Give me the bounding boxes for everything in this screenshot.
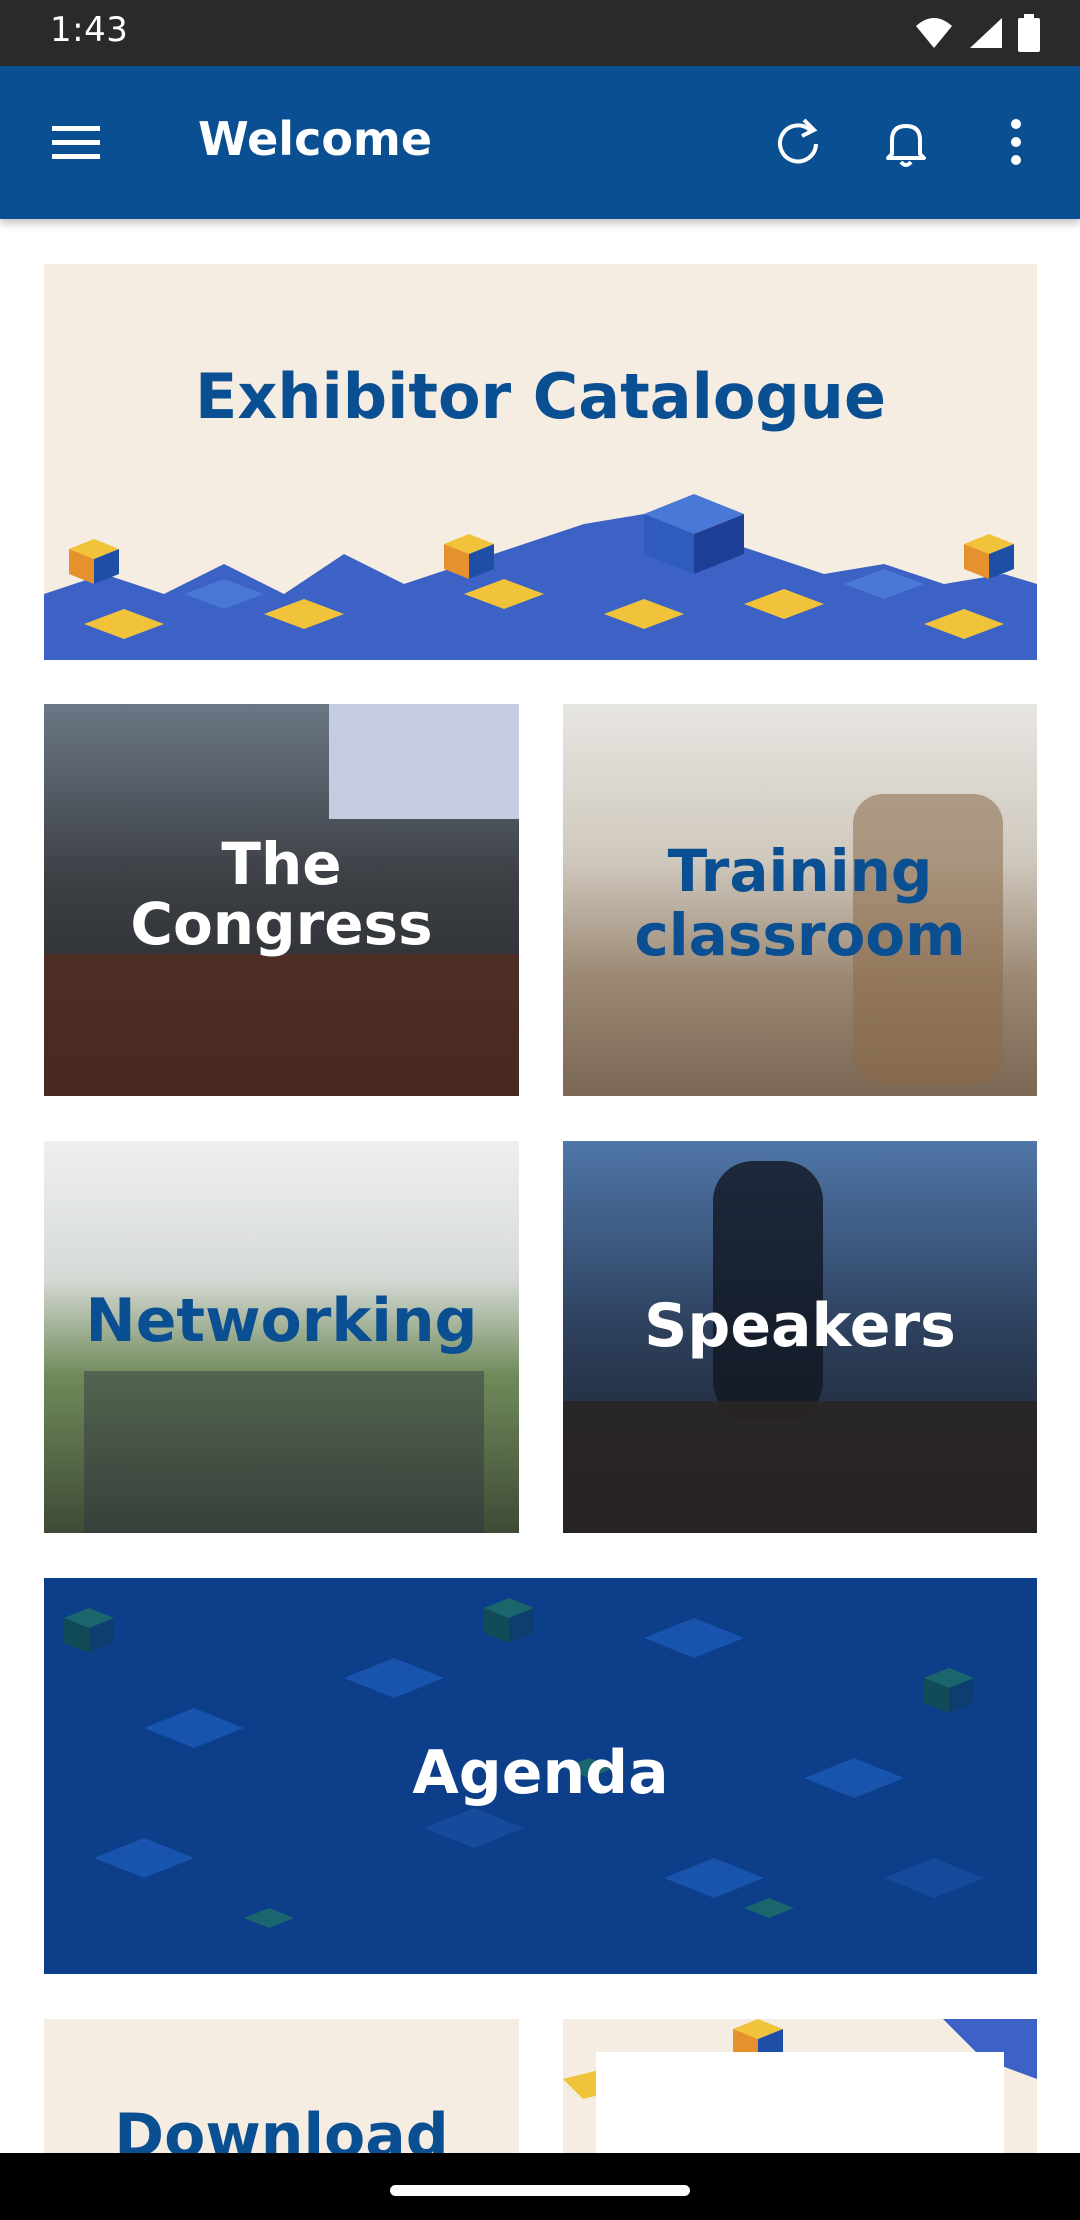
exhibitor-catalogue-label: Exhibitor Catalogue bbox=[195, 360, 886, 433]
navigation-bar bbox=[0, 2153, 1080, 2220]
app-bar: Welcome bbox=[0, 66, 1080, 219]
system-icons bbox=[914, 14, 1040, 52]
wifi-icon bbox=[916, 18, 952, 48]
agenda-tile[interactable]: Agenda bbox=[44, 1578, 1037, 1974]
download-label: Download bbox=[114, 2101, 449, 2153]
home-handle[interactable] bbox=[390, 2185, 690, 2196]
more-vert-icon[interactable] bbox=[988, 114, 1044, 170]
networking-label: Networking bbox=[85, 1286, 478, 1356]
page-title: Welcome bbox=[198, 112, 433, 166]
content-area: Exhibitor Catalogue The Congress Trainin… bbox=[0, 219, 1080, 2153]
partial-tile[interactable] bbox=[563, 2019, 1037, 2153]
training-classroom-tile[interactable]: Training classroom bbox=[563, 704, 1037, 1096]
overlay-card bbox=[596, 2052, 1004, 2153]
battery-icon bbox=[1018, 14, 1040, 52]
training-classroom-label: Training classroom bbox=[634, 837, 966, 969]
projection-screen bbox=[329, 704, 519, 819]
speakers-tile[interactable]: Speakers bbox=[563, 1141, 1037, 1533]
congress-tile[interactable]: The Congress bbox=[44, 704, 519, 1096]
refresh-icon[interactable] bbox=[770, 114, 826, 170]
bell-icon[interactable] bbox=[878, 114, 934, 170]
cube-pattern bbox=[44, 494, 1037, 660]
download-tile[interactable]: Download bbox=[44, 2019, 519, 2153]
speakers-label: Speakers bbox=[644, 1291, 956, 1361]
congress-label: The Congress bbox=[130, 830, 433, 958]
audience-shape bbox=[44, 954, 519, 1096]
people-shape bbox=[84, 1371, 484, 1533]
menu-icon[interactable] bbox=[48, 118, 104, 166]
agenda-label: Agenda bbox=[412, 1738, 669, 1808]
status-time: 1:43 bbox=[50, 10, 129, 50]
status-bar: 1:43 bbox=[0, 0, 1080, 66]
exhibitor-catalogue-tile[interactable]: Exhibitor Catalogue bbox=[44, 264, 1037, 660]
audience-shape bbox=[563, 1401, 1037, 1533]
signal-icon bbox=[970, 18, 1002, 48]
networking-tile[interactable]: Networking bbox=[44, 1141, 519, 1533]
